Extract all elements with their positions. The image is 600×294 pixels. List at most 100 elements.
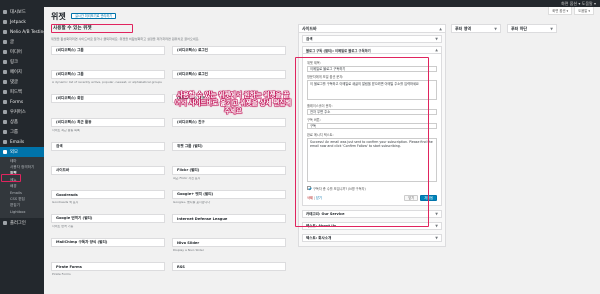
sidebar-item-label: 그룹	[10, 130, 18, 135]
admin-bar: 화면 옵션 ▾ 도움말 ▾	[0, 0, 600, 7]
widget-item[interactable]: 검색	[51, 142, 165, 151]
close-button[interactable]: 닫기	[404, 194, 419, 201]
widget-item[interactable]: 위젯 그룹 (멀티)	[172, 142, 286, 151]
widget-description: Display a Nivo Slider	[173, 248, 205, 252]
sidebar-item-products[interactable]: 상품	[0, 117, 44, 127]
widget-description	[172, 273, 286, 285]
sidebar-item-pages[interactable]: 페이지	[0, 67, 44, 77]
sidebar-widget[interactable]: 텍스트: About Us ▼	[302, 222, 442, 230]
top-buttons: 화면 옵션 ▾ 도움말 ▾	[548, 7, 594, 15]
feedback-icon	[3, 90, 7, 94]
submenu-item[interactable]: Lightbox	[0, 209, 44, 215]
available-widget: 검색	[51, 142, 165, 166]
caret-down-icon[interactable]: ▼	[435, 37, 438, 41]
caret-down-icon[interactable]: ▼	[435, 236, 438, 240]
widget-item[interactable]: Pirate Forms	[51, 262, 165, 271]
caret-up-icon[interactable]: ▲	[439, 27, 442, 31]
sidebar-item-links[interactable]: 링크	[0, 57, 44, 67]
sidebar-item-emails[interactable]: Emails	[0, 137, 44, 147]
widget-item[interactable]: Google 번역기 (멀티)	[51, 214, 165, 223]
field-label: 플레이스홀더 문자:	[307, 103, 333, 108]
available-widget: Flickr (멀티) 최근 Flickr 사진 표시	[172, 166, 286, 190]
widget-item[interactable]: Nivo Slider	[172, 238, 286, 247]
sidebar-item-label: 글	[10, 40, 14, 45]
sidebar-item-jetpack[interactable]: Jetpack	[0, 17, 44, 27]
subscribe-button-input[interactable]: 구독	[307, 123, 437, 129]
sidebar-item-forms[interactable]: Forms	[0, 97, 44, 107]
widget-item[interactable]: RSS	[172, 262, 286, 271]
sidebar-item-label: 대시보드	[10, 10, 26, 15]
sidebar-item-plugins[interactable]: 플러그인	[0, 218, 44, 228]
widget-item[interactable]: Google+ 뱃지 (멀티)	[172, 190, 286, 199]
subscriber-count-checkbox[interactable]	[307, 186, 311, 190]
footer-area-header[interactable]: 푸터 영역 ▼	[451, 24, 501, 33]
sidebar-item-posts[interactable]: 글	[0, 37, 44, 47]
search-widget[interactable]: 검색 ▼	[302, 35, 442, 43]
widget-description: 최근 Flickr 사진 표시	[173, 176, 201, 180]
help-button[interactable]: 도움말 ▾	[574, 7, 594, 15]
widget-item[interactable]: (비디오팩스) 그룹	[51, 46, 165, 55]
widget-description: 사이트 최근 활동 목록	[52, 128, 80, 132]
sidebar-item-groups[interactable]: 그룹	[0, 127, 44, 137]
widget-description: Google+ 뱃지를 표시합니다	[173, 200, 211, 204]
search-widget-title: 검색	[306, 36, 313, 41]
close-link[interactable]: 닫기	[316, 196, 322, 200]
main-content: 화면 옵션 ▾ 도움말 ▾ 위젯 실시간 미리보기로 관리하기 사용할 수 있는…	[44, 7, 600, 294]
widget-description	[51, 177, 165, 189]
widget-item[interactable]: (비디오팩스) 로그인	[172, 46, 286, 55]
media-icon	[3, 50, 7, 54]
sidebar-item-media[interactable]: 미디어	[0, 47, 44, 57]
widget-description: Pirate Forms	[52, 272, 71, 276]
admin-sidebar: 대시보드 Jetpack Nelio A/B Testing 글미디어링크페이지 댓글 피…	[0, 7, 46, 294]
sidebar-item-feedback[interactable]: 피드백	[0, 87, 44, 97]
sidebar-widget[interactable]: 텍스트: 회사소개 ▼	[302, 234, 442, 242]
sidebar-item-woocommerce[interactable]: 우커머스	[0, 107, 44, 117]
sidebar-item-nelio[interactable]: Nelio A/B Testing	[0, 27, 46, 37]
widget-item[interactable]: (비디오팩스) 그룹	[51, 70, 165, 79]
sidebar-item-label: 링크	[10, 60, 18, 65]
available-widget: Google+ 뱃지 (멀티) Google+ 뱃지를 표시합니다	[172, 190, 286, 214]
caret-down-icon[interactable]: ▼	[494, 27, 497, 31]
placeholder-input[interactable]: 전자 우편 주소	[307, 108, 437, 115]
available-widget: (비디오팩스) 그룹	[51, 46, 165, 70]
widget-item[interactable]: Flickr (멀티)	[172, 166, 286, 175]
delete-link[interactable]: 삭제	[307, 196, 313, 200]
caret-down-icon[interactable]: ▼	[435, 212, 438, 216]
sidebar-area-header[interactable]: 사이드바 ▲	[298, 24, 446, 33]
widget-title-input[interactable]: 이메일로 블로그 구독하기	[307, 65, 437, 72]
sidebar-item-comments[interactable]: 댓글	[0, 77, 44, 87]
sidebar-widget-title: 텍스트: 회사소개	[306, 235, 332, 240]
widget-item[interactable]: Internet Defense League	[172, 214, 286, 223]
manage-live-preview-button[interactable]: 실시간 미리보기로 관리하기	[71, 13, 117, 19]
widget-item[interactable]: Goodreads	[51, 190, 165, 199]
widget-item[interactable]: 사이드바	[51, 166, 165, 175]
widget-grid: (비디오팩스) 그룹 (비디오팩스) 로그인 (비디오팩스) 그룹 A dynamic…	[51, 46, 286, 286]
sidebar-widget[interactable]: 카테고리: Our Service ▼	[302, 210, 442, 218]
widget-item[interactable]: (비디오팩스) 회원	[51, 94, 165, 103]
sidebar-item-dashboard[interactable]: 대시보드	[0, 7, 44, 17]
subscribe-widget-form: 위젯 제목: 이메일로 블로그 구독하기 방문자에게 보일 옵션 문자: 이 블…	[302, 54, 442, 206]
sidebar-item-appearance[interactable]: 외모	[0, 147, 44, 157]
success-message-textarea[interactable]: Success! An email was just sent to confi…	[307, 137, 437, 182]
instruction-annotation: 사용할 수 있는 위젯에서 원하는 위젯을 끌어서 사이드바로 옮기고 위젯을 …	[174, 91, 292, 115]
products-icon	[3, 120, 7, 124]
widget-item[interactable]: (비디오팩스) 최근 활동	[51, 118, 165, 127]
widget-item[interactable]: (비디오팩스) 친구	[172, 118, 286, 127]
saved-button[interactable]: 저장됨	[420, 194, 437, 201]
widget-item[interactable]: MailChimp 구독자 양식 (멀티)	[51, 238, 165, 247]
widget-item[interactable]: (비디오팩스) 로그인	[172, 70, 286, 79]
subscribe-widget-header[interactable]: 블로그 구독 (멀티): 이메일로 블로그 구독하기 ▲	[302, 46, 442, 54]
subscriber-count-option[interactable]: 구독자 총 수를 보입니까? (N명 구독자)	[307, 186, 437, 191]
sidebar-item-label: 우커머스	[10, 110, 26, 115]
caret-down-icon[interactable]: ▼	[435, 224, 438, 228]
optional-text-textarea[interactable]: 이 블로그를 구독하고 이메일로 새글의 알림을 받으려면 이메일 주소를 입력…	[307, 80, 437, 100]
available-widget: Pirate Forms Pirate Forms	[51, 262, 165, 286]
footer-bottom-area: 푸터 하단 ▼	[507, 24, 557, 33]
footer-bottom-header[interactable]: 푸터 하단 ▼	[507, 24, 557, 33]
available-widget: Internet Defense League	[172, 214, 286, 238]
caret-down-icon[interactable]: ▼	[550, 27, 553, 31]
caret-up-icon[interactable]: ▲	[435, 48, 438, 52]
screen-options-button[interactable]: 화면 옵션 ▾	[548, 7, 573, 15]
pages-icon	[3, 70, 7, 74]
sidebar-area-title: 사이드바	[302, 25, 317, 31]
